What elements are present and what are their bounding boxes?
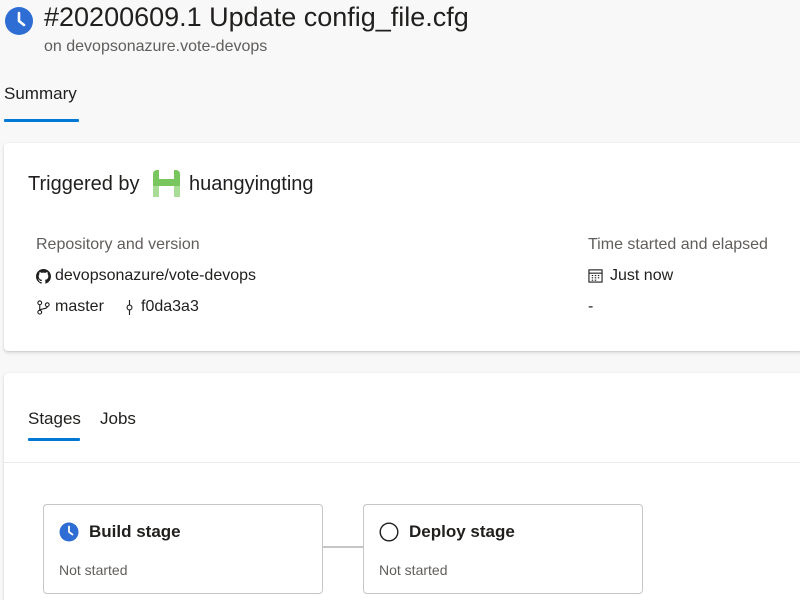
tab-stages-indicator — [28, 438, 80, 441]
tab-summary[interactable]: Summary — [4, 84, 77, 104]
stage-name: Deploy stage — [409, 522, 515, 541]
run-status-clock-icon — [5, 7, 33, 35]
stage-status: Not started — [379, 562, 448, 578]
stage-deploy[interactable]: Deploy stage Not started — [363, 504, 643, 594]
stages-card: Stages Jobs Build stage Not started Depl… — [4, 373, 800, 600]
tab-stages[interactable]: Stages — [28, 409, 81, 429]
tab-jobs[interactable]: Jobs — [100, 409, 136, 429]
branch-name[interactable]: master — [55, 298, 104, 316]
stage-connector — [322, 546, 364, 548]
divider — [4, 462, 800, 463]
github-icon — [36, 269, 51, 284]
calendar-icon — [588, 269, 603, 283]
stage-build[interactable]: Build stage Not started — [43, 504, 323, 594]
empty-circle-icon — [379, 522, 399, 542]
repository-label: Repository and version — [36, 236, 200, 253]
stage-status: Not started — [59, 562, 128, 578]
repository-name[interactable]: devopsonazure/vote-devops — [55, 267, 256, 285]
time-label: Time started and elapsed — [588, 236, 768, 253]
commit-icon — [126, 300, 133, 315]
time-started: Just now — [610, 267, 674, 284]
trigger-user-name[interactable]: huangyingting — [189, 173, 314, 196]
clock-icon — [59, 522, 79, 542]
user-avatar — [153, 170, 180, 197]
commit-hash[interactable]: f0da3a3 — [141, 298, 199, 316]
elapsed-time: - — [588, 298, 594, 315]
tab-summary-indicator — [4, 119, 79, 122]
branch-icon — [37, 300, 50, 315]
triggered-by-label: Triggered by — [28, 173, 140, 195]
run-subtitle[interactable]: on devopsonazure.vote-devops — [44, 38, 267, 56]
run-title: #20200609.1 Update config_file.cfg — [44, 2, 469, 32]
stage-name: Build stage — [89, 522, 181, 541]
summary-card: Triggered by huangyingting Repository an… — [4, 143, 800, 351]
